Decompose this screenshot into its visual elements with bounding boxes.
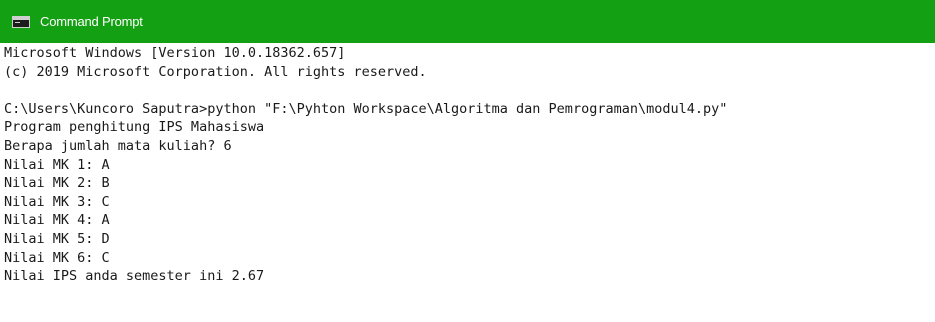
console-line: Nilai MK 5: D xyxy=(4,230,110,247)
console-text: Microsoft Windows [Version 10.0.18362.65… xyxy=(0,44,935,286)
console-line: Microsoft Windows [Version 10.0.18362.65… xyxy=(4,45,346,61)
console-line: Nilai MK 1: A xyxy=(4,156,110,173)
console-line: Nilai MK 2: B xyxy=(4,175,110,192)
console-line: Program penghitung IPS Mahasiswa xyxy=(4,119,265,136)
console-result-line: Nilai IPS anda semester ini 2.67 xyxy=(4,268,265,285)
console-line: Berapa jumlah mata kuliah? 6 xyxy=(4,137,232,154)
console-line: Nilai MK 3: C xyxy=(4,193,110,210)
command-prompt-icon[interactable] xyxy=(12,15,30,28)
console-command-line: C:\Users\Kuncoro Saputra>python "F:\Pyht… xyxy=(4,100,728,117)
console-line: Nilai MK 6: C xyxy=(4,249,110,266)
window-title: Command Prompt xyxy=(40,14,143,29)
console-line: Nilai MK 4: A xyxy=(4,212,110,229)
console-line: (c) 2019 Microsoft Corporation. All righ… xyxy=(4,63,427,80)
title-bar[interactable]: Command Prompt xyxy=(0,0,935,43)
command-prompt-window: Command Prompt Microsoft Windows [Versio… xyxy=(0,0,935,322)
console-output-area[interactable]: Microsoft Windows [Version 10.0.18362.65… xyxy=(0,44,935,322)
